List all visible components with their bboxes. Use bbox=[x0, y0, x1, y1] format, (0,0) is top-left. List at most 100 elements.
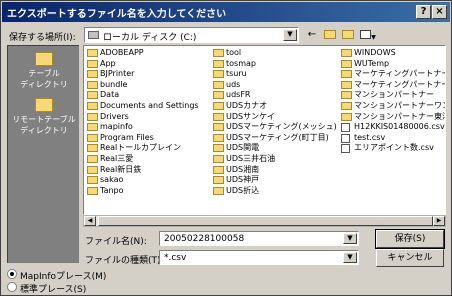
radio-mapinfo-places[interactable] bbox=[7, 269, 17, 279]
list-item[interactable]: UDS神戸 bbox=[212, 175, 337, 186]
item-name: エリアポイント数.csv bbox=[354, 143, 434, 153]
list-item[interactable]: Tanpo bbox=[86, 186, 211, 197]
folder-icon bbox=[87, 101, 98, 110]
list-item[interactable]: UDSサンケイ bbox=[212, 112, 337, 123]
list-item[interactable]: マーケティングパートナー三菱 bbox=[340, 80, 445, 91]
list-item[interactable]: tool bbox=[212, 48, 337, 59]
folder-icon bbox=[213, 49, 224, 57]
list-item[interactable]: tsuru bbox=[212, 69, 337, 80]
save-button[interactable]: 保存(S) bbox=[375, 229, 445, 249]
list-item[interactable]: bundle bbox=[86, 80, 211, 91]
list-item[interactable]: UDS三井石油 bbox=[212, 154, 337, 165]
list-item[interactable]: WINDOWS bbox=[340, 48, 445, 59]
scroll-right-icon[interactable]: ▶ bbox=[433, 216, 445, 226]
item-name: sakao bbox=[100, 175, 124, 185]
item-name: UDS折込 bbox=[226, 185, 260, 195]
list-item[interactable]: UDSマーケティング(町丁目) bbox=[212, 133, 337, 144]
list-item[interactable]: マンションパートナーワンダー bbox=[340, 101, 445, 112]
chevron-down-icon[interactable]: ▼ bbox=[283, 29, 297, 41]
list-item[interactable]: Drivers bbox=[86, 112, 211, 123]
item-name: test.csv bbox=[354, 132, 386, 142]
close-button[interactable]: × bbox=[432, 5, 447, 19]
folder-icon bbox=[213, 80, 224, 89]
csv-file-icon bbox=[341, 144, 350, 154]
view-menu-icon[interactable]: ▼ bbox=[357, 27, 379, 43]
item-name: UDS三井石油 bbox=[226, 153, 276, 163]
list-item[interactable]: Program Files bbox=[86, 133, 211, 144]
cancel-button[interactable]: キャンセル bbox=[376, 249, 444, 267]
scroll-thumb[interactable] bbox=[98, 216, 433, 226]
item-name: WINDOWS bbox=[354, 48, 396, 57]
item-name: ADOBEAPP bbox=[100, 48, 144, 57]
list-item[interactable]: エリアポイント数.csv bbox=[340, 143, 445, 154]
list-item[interactable]: mapinfo bbox=[86, 122, 211, 133]
list-item[interactable]: Realトールカプレイン bbox=[86, 143, 211, 154]
scroll-left-icon[interactable]: ◀ bbox=[84, 216, 96, 226]
folder-icon bbox=[35, 52, 53, 66]
list-item[interactable]: UDS関電 bbox=[212, 143, 337, 154]
list-item[interactable]: UDSマーケティング(メッシュ) bbox=[212, 122, 337, 133]
list-item[interactable]: BJPrinter bbox=[86, 69, 211, 80]
list-item[interactable]: UDS折込 bbox=[212, 186, 337, 197]
filetype-dropdown[interactable]: *.csv ▼ bbox=[159, 250, 359, 265]
folder-icon bbox=[213, 101, 224, 110]
chevron-down-icon[interactable]: ▼ bbox=[343, 252, 357, 263]
list-item[interactable]: UDSカナオ bbox=[212, 101, 337, 112]
item-name: Documents and Settings bbox=[100, 100, 199, 110]
list-item[interactable]: App bbox=[86, 59, 211, 70]
list-item[interactable]: udsFR bbox=[212, 90, 337, 101]
folder-icon bbox=[213, 165, 224, 174]
item-name: UDSサンケイ bbox=[226, 111, 275, 121]
place-remote-table-directory[interactable]: リモートテーブル ディレクトリ bbox=[8, 98, 80, 136]
list-item[interactable]: Data bbox=[86, 90, 211, 101]
list-item[interactable]: UDS湘南 bbox=[212, 165, 337, 176]
file-list[interactable]: ADOBEAPP App BJPrinter bundle Data Docum… bbox=[83, 45, 446, 215]
list-item[interactable]: WUTemp bbox=[340, 59, 445, 70]
folder-icon bbox=[87, 49, 98, 57]
list-item[interactable]: マーケティングパートナーエル bbox=[340, 69, 445, 80]
item-name: H12KKIS01480006.csv bbox=[354, 122, 445, 132]
horizontal-scrollbar[interactable]: ◀ ▶ bbox=[83, 215, 446, 227]
lookin-dropdown[interactable]: ローカル ディスク (C:) ▼ bbox=[84, 27, 299, 43]
folder-icon bbox=[87, 112, 98, 121]
folder-icon bbox=[341, 112, 352, 121]
radio-label: 標準プレース(S) bbox=[20, 285, 87, 295]
item-name: Realトールカプレイン bbox=[100, 143, 182, 153]
list-item[interactable]: Documents and Settings bbox=[86, 101, 211, 112]
list-item[interactable]: ADOBEAPP bbox=[86, 48, 211, 59]
folder-icon bbox=[87, 70, 98, 79]
folder-icon bbox=[341, 101, 352, 110]
list-item[interactable]: sakao bbox=[86, 175, 211, 186]
item-name: UDSマーケティング(町丁目) bbox=[226, 132, 329, 142]
list-item[interactable]: マンションパートナー bbox=[340, 90, 445, 101]
list-item[interactable]: tosmap bbox=[212, 59, 337, 70]
item-name: Tanpo bbox=[100, 185, 124, 195]
up-folder-icon[interactable] bbox=[321, 27, 339, 43]
list-item[interactable]: Real三愛 bbox=[86, 154, 211, 165]
item-name: tool bbox=[226, 48, 242, 57]
list-item[interactable]: uds bbox=[212, 80, 337, 91]
folder-icon bbox=[213, 59, 224, 68]
folder-icon bbox=[213, 91, 224, 100]
places-bar: テーブル ディレクトリ リモートテーブル ディレクトリ bbox=[7, 45, 79, 263]
list-item[interactable]: マンションパートナー東洋 bbox=[340, 112, 445, 123]
place-table-directory[interactable]: テーブル ディレクトリ bbox=[8, 52, 80, 90]
radio-standard-places[interactable] bbox=[7, 282, 17, 292]
new-folder-icon[interactable] bbox=[339, 27, 357, 43]
back-icon[interactable]: ← bbox=[303, 27, 321, 43]
lookin-value: ローカル ディスク (C:) bbox=[103, 33, 197, 43]
list-item[interactable]: test.csv bbox=[340, 132, 445, 144]
item-name: UDS関電 bbox=[226, 143, 260, 153]
list-item[interactable]: H12KKIS01480006.csv bbox=[340, 122, 445, 133]
folder-icon bbox=[341, 80, 352, 89]
folder-icon bbox=[35, 98, 53, 112]
drive-icon bbox=[88, 31, 99, 39]
filename-input[interactable]: 20050228100058 ▼ bbox=[159, 231, 359, 246]
folder-icon bbox=[341, 59, 352, 68]
item-name: tsuru bbox=[226, 69, 247, 79]
item-name: UDS湘南 bbox=[226, 164, 260, 174]
chevron-down-icon[interactable]: ▼ bbox=[343, 233, 357, 244]
help-button[interactable]: ? bbox=[416, 5, 431, 19]
title-bar[interactable]: エクスポートするファイル名を入力してください ? × bbox=[2, 2, 450, 22]
list-item[interactable]: Real新日鉄 bbox=[86, 165, 211, 176]
